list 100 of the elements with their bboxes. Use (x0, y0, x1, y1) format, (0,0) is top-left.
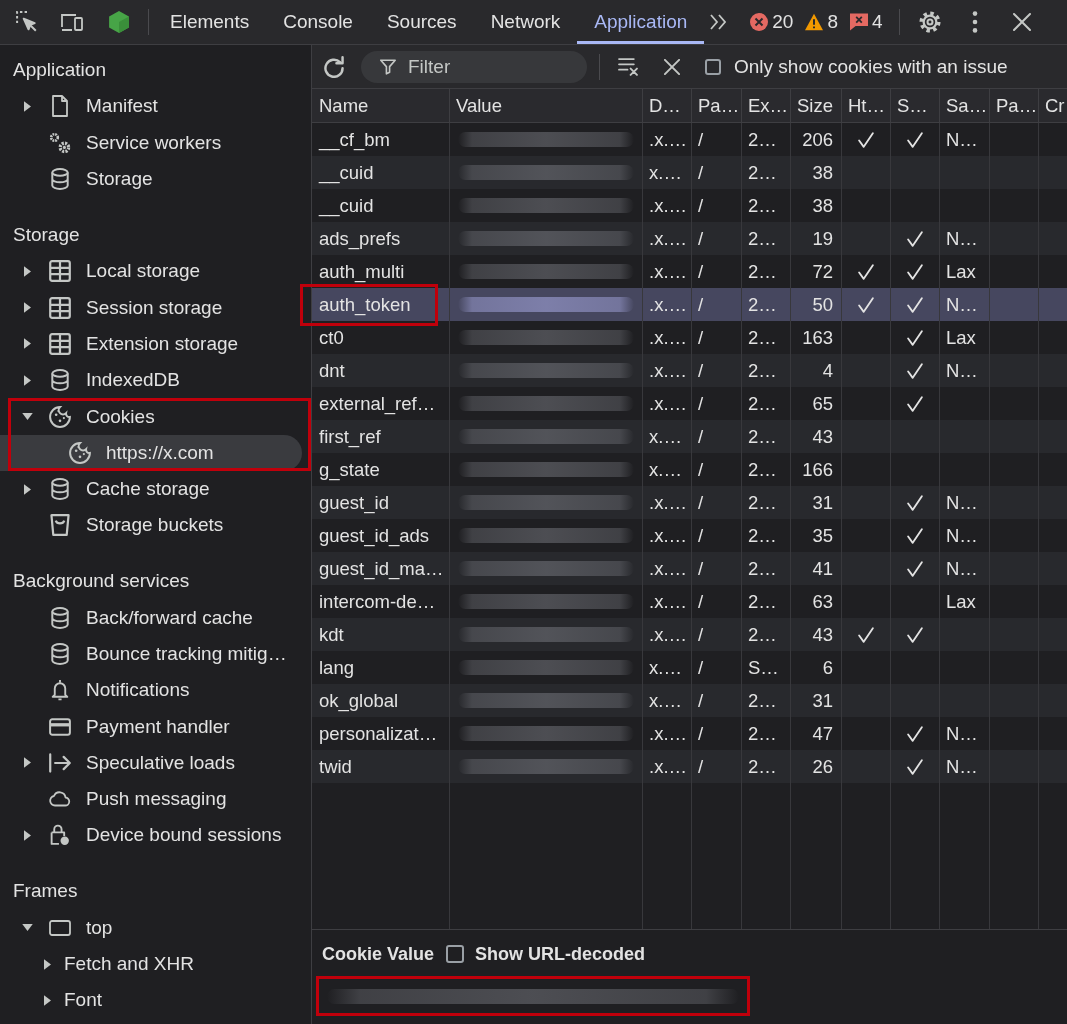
caret-right-icon[interactable] (23, 374, 31, 386)
issue-count-button[interactable]: 4 (850, 11, 883, 33)
close-icon[interactable] (1012, 13, 1031, 31)
table-row[interactable]: ok_global x.… / 2… 31 (312, 684, 1067, 717)
column-header[interactable]: Name (312, 89, 450, 122)
database-icon (49, 642, 71, 665)
database-icon (49, 606, 71, 629)
column-header[interactable]: Pa… (990, 89, 1039, 122)
inspect-icon[interactable] (16, 11, 38, 33)
sidebar-item[interactable]: Extension storage (0, 325, 302, 363)
sidebar-item[interactable]: Manifest (0, 88, 302, 125)
table-row[interactable]: __cuid x.… / 2… 38 (312, 156, 1067, 189)
table-cell: N… (946, 128, 978, 151)
more-options-icon[interactable] (971, 11, 978, 33)
table-cell: guest_id_ads (319, 524, 430, 547)
sidebar-item[interactable]: Cache storage (0, 470, 302, 508)
checkbox-label[interactable]: Only show cookies with an issue (734, 55, 1008, 78)
column-header[interactable]: D… (643, 89, 692, 122)
warning-count-button[interactable]: 8 (805, 11, 838, 33)
table-row[interactable]: auth_token .x.… / 2… 50 N… (312, 288, 1067, 321)
refresh-icon[interactable] (323, 55, 345, 78)
tab[interactable]: Console (266, 0, 370, 44)
column-header[interactable]: Value (450, 89, 643, 122)
caret-right-icon[interactable] (23, 483, 31, 495)
table-row[interactable]: ads_prefs .x.… / 2… 19 N… (312, 222, 1067, 255)
column-header[interactable]: Size (791, 89, 842, 122)
table-row[interactable]: guest_id .x.… / 2… 31 N… (312, 486, 1067, 519)
table-cell: guest_id (319, 491, 389, 514)
lock-person-icon (49, 824, 71, 847)
device-icon[interactable] (61, 11, 83, 33)
tab[interactable]: Elements (153, 0, 267, 44)
sidebar-item[interactable]: Cookies (0, 398, 302, 435)
table-row[interactable]: kdt .x.… / 2… 43 (312, 618, 1067, 651)
table-row[interactable]: dnt .x.… / 2… 4 N… (312, 354, 1067, 387)
table-cell: / (698, 689, 704, 712)
table-cell: / (698, 524, 704, 547)
caret-right-icon[interactable] (23, 265, 31, 277)
table-cell: / (698, 425, 704, 448)
tab[interactable]: Application (577, 0, 705, 44)
checkbox-label[interactable]: Show URL-decoded (475, 943, 646, 965)
sidebar-item[interactable]: Font (0, 982, 302, 1019)
settings-icon[interactable] (918, 11, 941, 33)
table-cell: 2… (748, 557, 777, 580)
sidebar-item[interactable]: top (0, 909, 302, 946)
sidebar-item[interactable]: Payment handler (0, 708, 302, 745)
table-cell: / (698, 128, 704, 151)
table-cell: / (698, 722, 704, 745)
checkbox[interactable] (446, 945, 465, 963)
sidebar-item[interactable]: Storage (0, 160, 302, 198)
table-icon (49, 332, 71, 355)
column-header[interactable]: S… (891, 89, 940, 122)
caret-right-icon[interactable] (23, 100, 31, 112)
hexagon-icon[interactable] (108, 11, 130, 33)
sidebar-item[interactable]: Session storage (0, 289, 302, 326)
table-cell: 2… (748, 359, 777, 382)
sidebar-item[interactable]: Local storage (0, 253, 302, 290)
sidebar-item[interactable]: Service workers (0, 124, 302, 161)
table-cell: N… (946, 359, 978, 382)
sidebar-item[interactable]: Speculative loads (0, 744, 302, 781)
caret-right-icon[interactable] (23, 338, 31, 350)
sidebar-item[interactable]: https://x.com (0, 434, 302, 471)
filter-field[interactable]: Filter (361, 50, 587, 83)
sidebar-item[interactable]: Push messaging (0, 781, 302, 818)
column-header[interactable]: Sa… (940, 89, 990, 122)
sidebar-item[interactable]: IndexedDB (0, 362, 302, 399)
tab[interactable]: Network (473, 0, 578, 44)
caret-down-icon[interactable] (21, 413, 33, 420)
caret-down-icon[interactable] (21, 924, 33, 932)
caret-right-icon[interactable] (23, 302, 31, 314)
caret-right-icon[interactable] (23, 829, 31, 841)
column-header[interactable]: Cr (1039, 89, 1067, 122)
column-header[interactable]: Ht… (842, 89, 891, 122)
gears-icon (49, 131, 71, 154)
table-cell: twid (319, 755, 352, 778)
caret-right-icon[interactable] (43, 958, 51, 970)
table-row[interactable]: guest_id_ma… .x.… / 2… 41 N… (312, 552, 1067, 585)
table-row[interactable]: first_ref x.… / 2… 43 (312, 420, 1067, 453)
column-header[interactable]: Ex… (742, 89, 791, 122)
error-count-button[interactable]: 20 (750, 11, 794, 33)
caret-right-icon[interactable] (23, 757, 31, 769)
table-cell: 2… (748, 722, 777, 745)
caret-right-icon[interactable] (43, 994, 51, 1006)
tab[interactable]: Sources (369, 0, 474, 44)
sidebar-item[interactable]: Bounce tracking mitig… (0, 635, 302, 673)
table-cell: 2… (748, 128, 777, 151)
clear-all-icon[interactable] (618, 57, 638, 76)
sidebar-item[interactable]: Notifications (0, 672, 302, 709)
sidebar-item[interactable]: Back/forward cache (0, 599, 302, 636)
table-cell: / (698, 194, 704, 217)
table-cell: / (698, 590, 704, 613)
table-icon (49, 260, 71, 283)
close-icon[interactable] (664, 58, 680, 75)
table-row[interactable]: twid .x.… / 2… 26 N… (312, 750, 1067, 783)
sidebar-item[interactable]: Storage buckets (0, 507, 302, 544)
more-tabs-icon[interactable] (710, 14, 727, 30)
sidebar-item[interactable]: Device bound sessions (0, 817, 302, 854)
sidebar-item[interactable]: Fetch and XHR (0, 945, 302, 983)
checkbox[interactable] (705, 58, 721, 75)
table-cell: lang (319, 656, 354, 679)
column-header[interactable]: Pa… (692, 89, 742, 122)
